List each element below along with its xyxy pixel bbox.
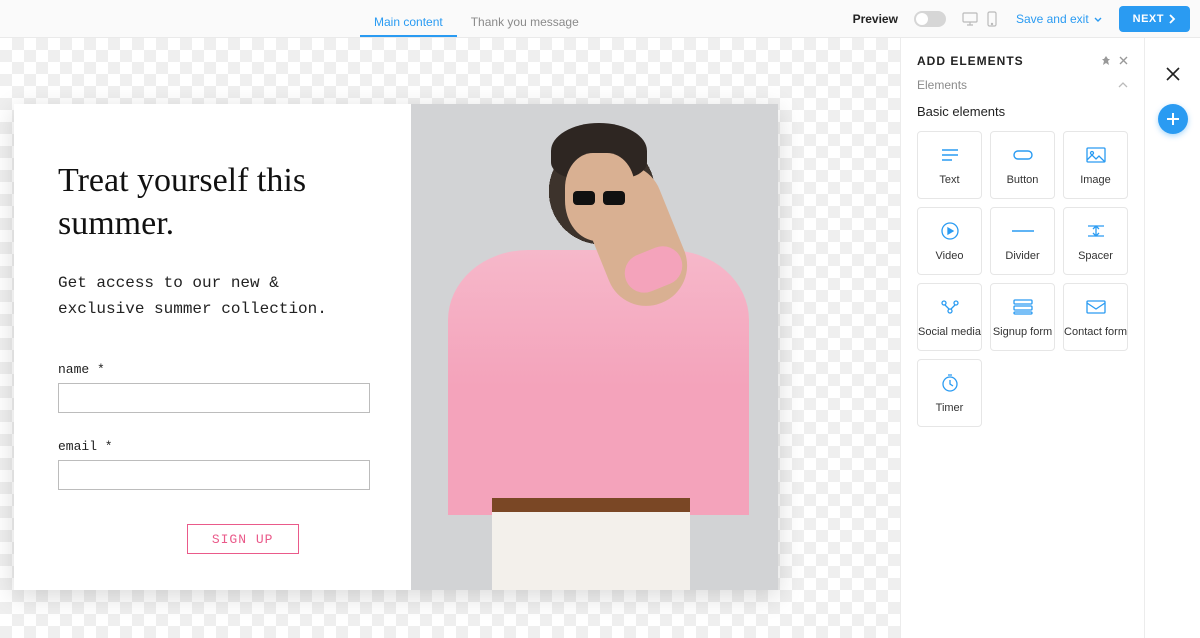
name-label: name * [58,362,367,377]
image-icon [1086,144,1106,166]
panel-close-icon[interactable] [1119,56,1128,66]
editor-canvas[interactable]: Treat yourself this summer. Get access t… [0,38,900,638]
save-and-exit-label: Save and exit [1016,12,1089,26]
desktop-icon[interactable] [962,11,978,27]
text-icon [941,144,959,166]
next-button-label: NEXT [1133,13,1164,25]
rail-close-icon[interactable] [1159,60,1187,88]
element-social-media[interactable]: Social media [917,283,982,351]
preview-toggle[interactable] [914,11,946,27]
signup-form-icon [1013,296,1033,318]
panel-title: ADD ELEMENTS [917,54,1128,68]
element-video[interactable]: Video [917,207,982,275]
signup-button[interactable]: SIGN UP [187,524,299,554]
element-text[interactable]: Text [917,131,982,199]
element-signup-form[interactable]: Signup form [990,283,1055,351]
email-field[interactable] [58,460,370,490]
video-icon [941,220,959,242]
social-icon [940,296,960,318]
timer-icon [941,372,959,394]
spacer-icon [1087,220,1105,242]
right-rail [1144,38,1200,638]
element-contact-form[interactable]: Contact form [1063,283,1128,351]
next-button[interactable]: NEXT [1119,6,1190,32]
popup-title[interactable]: Treat yourself this summer. [58,160,367,245]
popup-image[interactable] [411,104,778,590]
element-divider[interactable]: Divider [990,207,1055,275]
pin-icon[interactable] [1101,56,1111,66]
save-and-exit-link[interactable]: Save and exit [1016,12,1103,26]
button-icon [1013,144,1033,166]
tab-main-content[interactable]: Main content [360,9,457,37]
preview-label: Preview [853,12,898,26]
right-sidebar: ADD ELEMENTS Elements Basic elements [900,38,1200,638]
email-label: email * [58,439,367,454]
editor-tabs: Main content Thank you message [360,0,593,37]
popup-preview: Treat yourself this summer. Get access t… [14,104,778,590]
popup-subtitle[interactable]: Get access to our new & exclusive summer… [58,271,367,322]
divider-icon [1012,220,1034,242]
mobile-icon[interactable] [984,11,1000,27]
element-image[interactable]: Image [1063,131,1128,199]
element-timer[interactable]: Timer [917,359,982,427]
element-spacer[interactable]: Spacer [1063,207,1128,275]
tab-thank-you[interactable]: Thank you message [457,9,593,37]
top-bar: Main content Thank you message Preview S… [0,0,1200,38]
section-elements[interactable]: Elements [917,78,1128,92]
add-button[interactable] [1158,104,1188,134]
group-basic-elements: Basic elements [917,104,1128,119]
chevron-up-icon [1118,82,1128,88]
name-field[interactable] [58,383,370,413]
contact-form-icon [1086,296,1106,318]
element-button[interactable]: Button [990,131,1055,199]
